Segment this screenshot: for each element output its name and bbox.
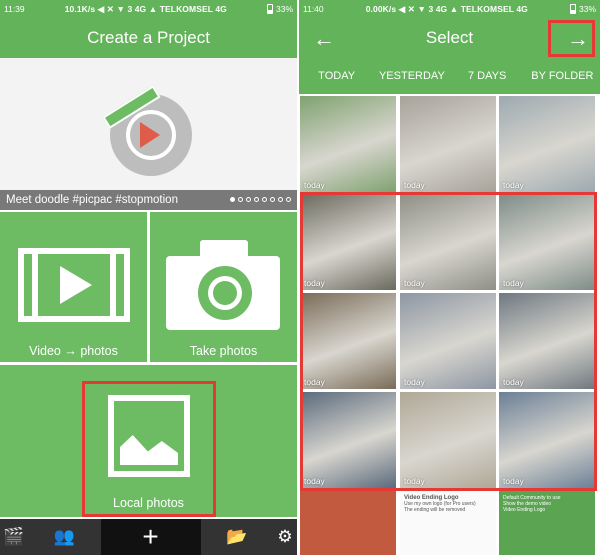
status-bar: 11:39 10.1K/s ◀ ✕ ▼ 3 4G ▲ TELKOMSEL 4G … xyxy=(0,0,297,18)
back-arrow-icon[interactable]: ← xyxy=(313,26,335,52)
battery-icon xyxy=(266,4,273,14)
video-to-photos-label: Video → photos xyxy=(29,344,118,358)
status-speed: 10.1K/s xyxy=(64,3,96,14)
community-icon[interactable]: 👥 xyxy=(28,519,101,555)
page-title: Create a Project xyxy=(87,28,210,47)
film-play-icon xyxy=(18,248,130,322)
folder-icon[interactable]: 📂 xyxy=(201,519,274,555)
tab-7-days[interactable]: 7 DAYS xyxy=(450,58,525,94)
status-time: 11:39 xyxy=(4,4,25,14)
status-time: 11:40 xyxy=(303,4,324,14)
tab-today[interactable]: TODAY xyxy=(299,58,374,94)
photo-date-label: today xyxy=(404,180,425,190)
photo-thumbnail[interactable] xyxy=(300,491,396,555)
status-signal: 3 4G xyxy=(428,3,448,14)
photo-thumbnail[interactable]: Default Community to use Show the demo v… xyxy=(499,491,595,555)
status-carrier: TELKOMSEL 4G xyxy=(159,3,227,14)
battery-icon xyxy=(569,4,576,14)
camera-icon xyxy=(166,240,280,330)
photo-date-label: today xyxy=(503,180,524,190)
take-photos-label: Take photos xyxy=(189,344,258,358)
tab-by-folder[interactable]: BY FOLDER xyxy=(525,58,600,94)
carousel-dots[interactable] xyxy=(230,197,291,202)
status-bar: 11:40 0.00K/s ◀ ✕ ▼ 3 4G ▲ TELKOMSEL 4G … xyxy=(299,0,600,18)
page-title: Select xyxy=(425,28,474,47)
status-signal: 3 4G xyxy=(127,3,147,14)
take-photos-tile[interactable]: Take photos xyxy=(150,212,297,362)
clapperboard-icon[interactable]: 🎬 xyxy=(0,519,28,555)
photo-thumbnail[interactable]: today xyxy=(300,96,396,192)
status-speed: 0.00K/s xyxy=(365,3,397,14)
photo-thumbnail[interactable]: today xyxy=(499,96,595,192)
date-filter-tabs: TODAY YESTERDAY 7 DAYS BY FOLDER xyxy=(299,58,600,94)
highlight-photo-grid xyxy=(300,192,597,491)
highlight-local-photos xyxy=(82,381,216,517)
photo-thumbnail[interactable]: Video Ending Logo Use my own logo (for P… xyxy=(400,491,496,555)
bottom-nav: 🎬 👥 + 📂 ⚙ xyxy=(0,519,297,555)
status-battery: 33% xyxy=(578,4,596,14)
clapper-play-icon[interactable] xyxy=(102,85,192,176)
highlight-forward-button xyxy=(548,20,595,57)
tab-yesterday[interactable]: YESTERDAY xyxy=(374,58,449,94)
add-project-button[interactable]: + xyxy=(100,519,201,555)
photo-thumbnail[interactable]: today xyxy=(400,96,496,192)
photo-date-label: today xyxy=(304,180,325,190)
gear-icon[interactable]: ⚙ xyxy=(273,519,297,555)
status-carrier: TELKOMSEL 4G xyxy=(460,3,528,14)
app-bar: Create a Project xyxy=(0,18,297,58)
status-battery: 33% xyxy=(275,4,293,14)
video-to-photos-tile[interactable]: Video → photos xyxy=(0,212,147,362)
